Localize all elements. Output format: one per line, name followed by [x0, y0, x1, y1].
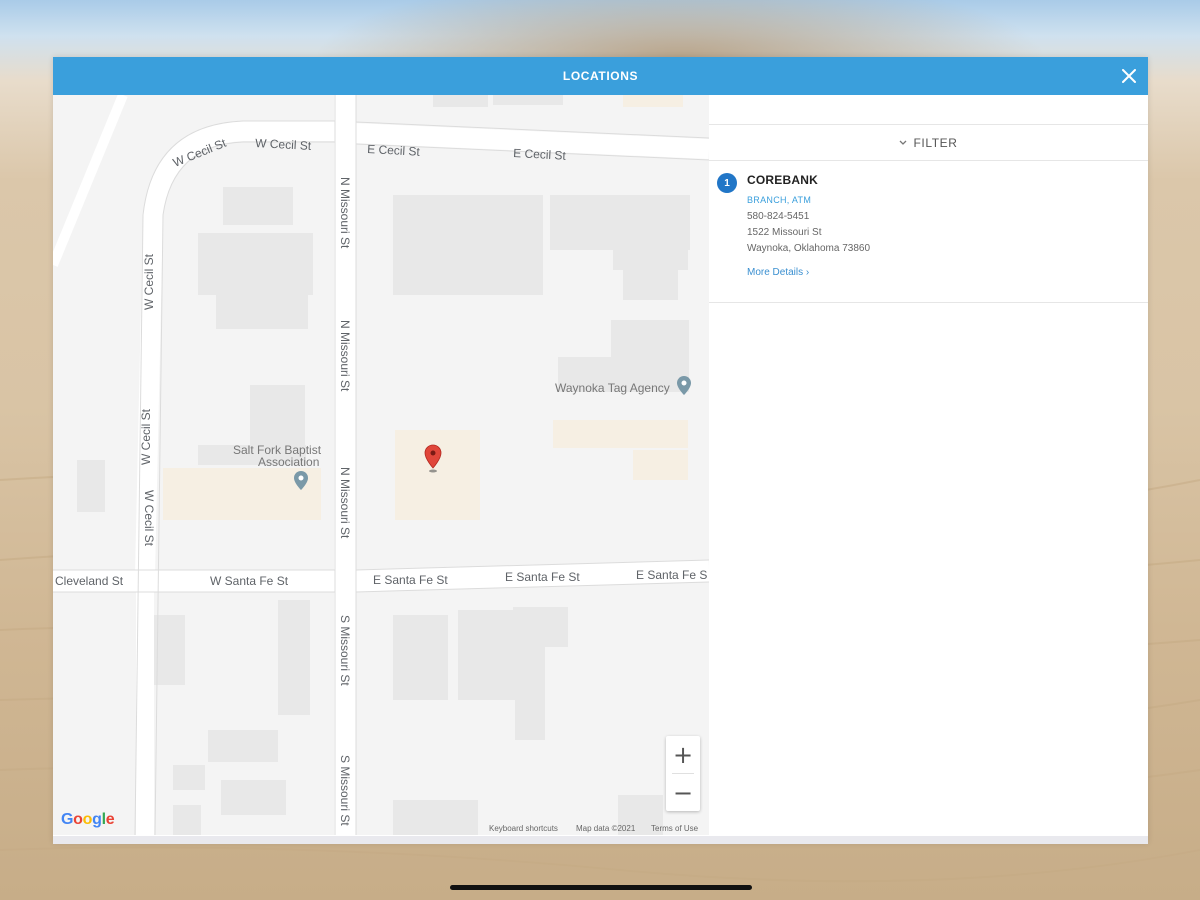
close-button[interactable] [1118, 65, 1140, 87]
street-label: Cleveland St [55, 574, 124, 588]
dialog-header: LOCATIONS [53, 57, 1148, 95]
results-panel: FILTER 1 COREBANK BRANCH, ATM 580-824-54… [709, 95, 1148, 843]
map-data-credit: Map data ©2021 [576, 824, 636, 833]
logo-letter: g [92, 811, 102, 828]
street-label: W Cecil St [139, 408, 153, 465]
logo-letter: e [105, 811, 115, 828]
close-icon [1122, 69, 1136, 83]
filter-label: FILTER [913, 135, 958, 150]
panel-top-spacer [709, 95, 1148, 125]
location-address-line1: 1522 Missouri St [747, 227, 822, 238]
street-label: S Missouri St [338, 615, 352, 686]
chevron-down-icon [900, 140, 907, 145]
street-label: E Santa Fe S [636, 568, 707, 582]
more-details-link[interactable]: More Details › [747, 267, 809, 278]
list-item[interactable]: 1 COREBANK BRANCH, ATM 580-824-5451 1522… [709, 161, 1148, 303]
terms-of-use-link[interactable]: Terms of Use [651, 824, 698, 833]
dialog-title: LOCATIONS [562, 69, 639, 83]
dialog-content: W Cecil St W Cecil St E Cecil St E Cecil… [53, 95, 1148, 843]
street-label: N Missouri St [338, 320, 352, 392]
street-label: W Cecil St [142, 253, 156, 310]
street-label: N Missouri St [338, 467, 352, 539]
dialog-bottom-bar [53, 836, 1148, 844]
filter-button[interactable]: FILTER [709, 125, 1148, 161]
result-info: COREBANK BRANCH, ATM 580-824-5451 1522 M… [747, 173, 1138, 280]
street-label: W Cecil St [142, 490, 156, 547]
result-index-badge: 1 [717, 173, 737, 193]
street-label: W Cecil St [255, 136, 312, 153]
logo-letter: G [61, 811, 74, 828]
zoom-in-button[interactable]: + [666, 736, 700, 773]
map-view[interactable]: W Cecil St W Cecil St E Cecil St E Cecil… [53, 95, 709, 835]
street-label: S Missouri St [338, 755, 352, 826]
keyboard-shortcuts-link[interactable]: Keyboard shortcuts [489, 824, 558, 833]
poi-pin-icon[interactable] [677, 376, 691, 395]
street-label: W Santa Fe St [210, 574, 289, 588]
poi-label: Association [258, 455, 319, 469]
street-label: E Cecil St [367, 142, 421, 159]
street-label: E Santa Fe St [505, 570, 580, 584]
location-type: BRANCH, ATM [747, 195, 812, 205]
locations-dialog: LOCATIONS W Cecil St W Cecil St E Cecil … [53, 57, 1148, 844]
logo-letter: o [73, 811, 83, 828]
poi-label: Waynoka Tag Agency [555, 381, 670, 395]
location-name: COREBANK [747, 173, 818, 187]
google-logo: Google [61, 811, 115, 829]
logo-letter: o [82, 811, 93, 828]
home-indicator[interactable] [450, 885, 752, 890]
zoom-out-button[interactable]: − [666, 774, 700, 811]
street-label: E Cecil St [513, 146, 567, 163]
location-address-line2: Waynoka, Oklahoma 73860 [747, 243, 871, 254]
location-phone: 580-824-5451 [747, 211, 810, 222]
street-label: N Missouri St [338, 177, 352, 249]
street-label: E Santa Fe St [373, 573, 448, 587]
map-canvas: W Cecil St W Cecil St E Cecil St E Cecil… [53, 95, 709, 835]
zoom-controls: + − [666, 736, 700, 811]
